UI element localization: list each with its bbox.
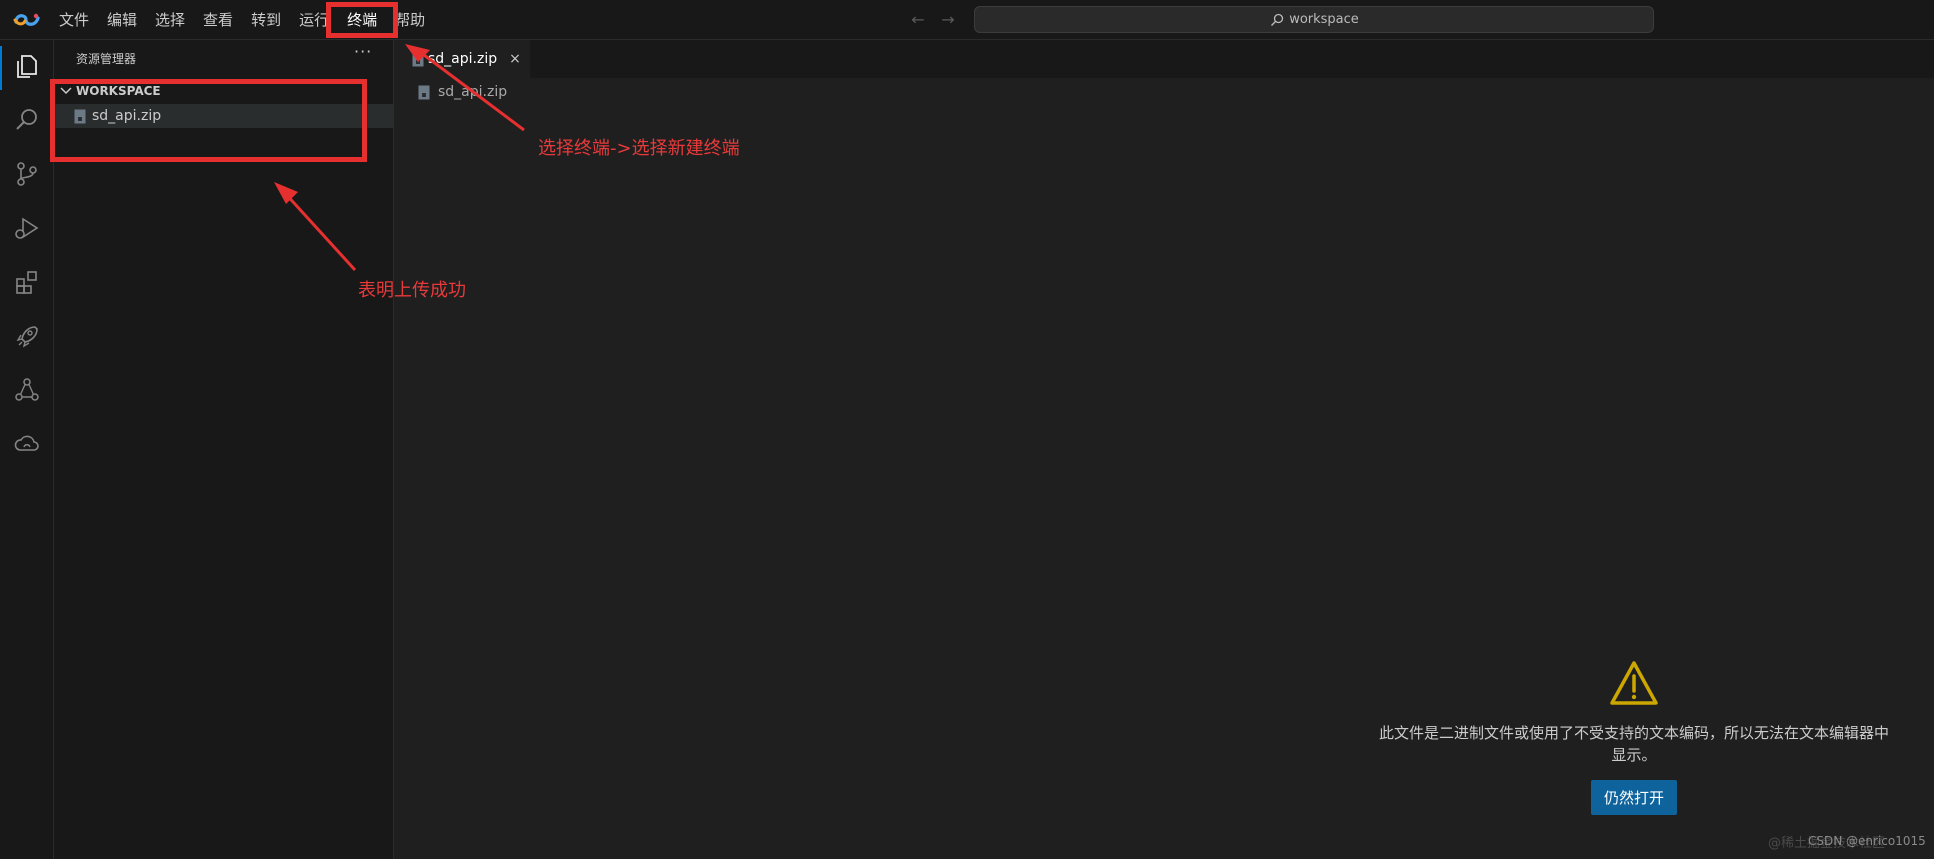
menu-edit[interactable]: 编辑 xyxy=(98,0,146,40)
back-arrow-icon[interactable]: ← xyxy=(908,10,928,30)
menu-view[interactable]: 查看 xyxy=(194,0,242,40)
editor-tabs: sd_api.zip × xyxy=(394,40,1934,78)
explorer-icon[interactable] xyxy=(10,49,44,83)
breadcrumb-label: sd_api.zip xyxy=(438,84,508,100)
app-logo-icon xyxy=(13,13,40,26)
terminal-annotation: 选择终端->选择新建终端 xyxy=(538,138,740,159)
close-icon[interactable]: × xyxy=(509,51,521,67)
file-binary-icon xyxy=(418,85,430,99)
binary-notice-text: 此文件是二进制文件或使用了不受支持的文本编码，所以无法在文本编辑器中显示。 xyxy=(1378,724,1889,764)
extensions-icon[interactable] xyxy=(10,265,44,299)
share-icon[interactable] xyxy=(10,373,44,407)
binary-file-notice: 此文件是二进制文件或使用了不受支持的文本编码，所以无法在文本编辑器中显示。 仍然… xyxy=(1214,660,1934,815)
more-actions-icon[interactable]: ··· xyxy=(354,42,372,61)
search-activity-icon[interactable] xyxy=(10,103,44,137)
open-anyway-button[interactable]: 仍然打开 xyxy=(1590,780,1677,815)
sidebar-title: 资源管理器 xyxy=(76,52,137,66)
terminal-highlight-box xyxy=(326,2,398,38)
tab-label: sd_api.zip xyxy=(428,51,498,67)
workspace-highlight-box xyxy=(50,79,367,162)
nav-arrows: ← → xyxy=(908,10,958,30)
upload-annotation: 表明上传成功 xyxy=(358,280,466,301)
editor-area: sd_api.zip × sd_api.zip 此文件是二进制文件或使用了不受支… xyxy=(394,40,1934,859)
tab-sd-api-zip[interactable]: sd_api.zip × xyxy=(394,40,530,78)
cloud-icon[interactable] xyxy=(10,427,44,461)
run-debug-icon[interactable] xyxy=(10,211,44,245)
breadcrumb[interactable]: sd_api.zip xyxy=(418,80,507,104)
menu-go[interactable]: 转到 xyxy=(242,0,290,40)
rocket-icon[interactable] xyxy=(10,319,44,353)
file-binary-icon xyxy=(412,52,424,66)
title-bar: 文件 编辑 选择 查看 转到 运行 终端 帮助 ← → workspace xyxy=(0,0,1934,40)
menu-file[interactable]: 文件 xyxy=(50,0,98,40)
warning-icon xyxy=(1610,661,1658,705)
menu-selection[interactable]: 选择 xyxy=(146,0,194,40)
source-control-icon[interactable] xyxy=(10,157,44,191)
command-center-label: workspace xyxy=(1289,12,1359,27)
command-center-search[interactable]: workspace xyxy=(974,6,1654,33)
forward-arrow-icon[interactable]: → xyxy=(938,10,958,30)
search-icon xyxy=(1271,13,1284,26)
active-indicator xyxy=(0,46,2,90)
activity-bar xyxy=(0,40,54,859)
explorer-sidebar: 资源管理器 ··· WORKSPACE sd_api.zip xyxy=(54,40,394,859)
csdn-watermark: CSDN @enrico1015 xyxy=(1808,834,1926,848)
